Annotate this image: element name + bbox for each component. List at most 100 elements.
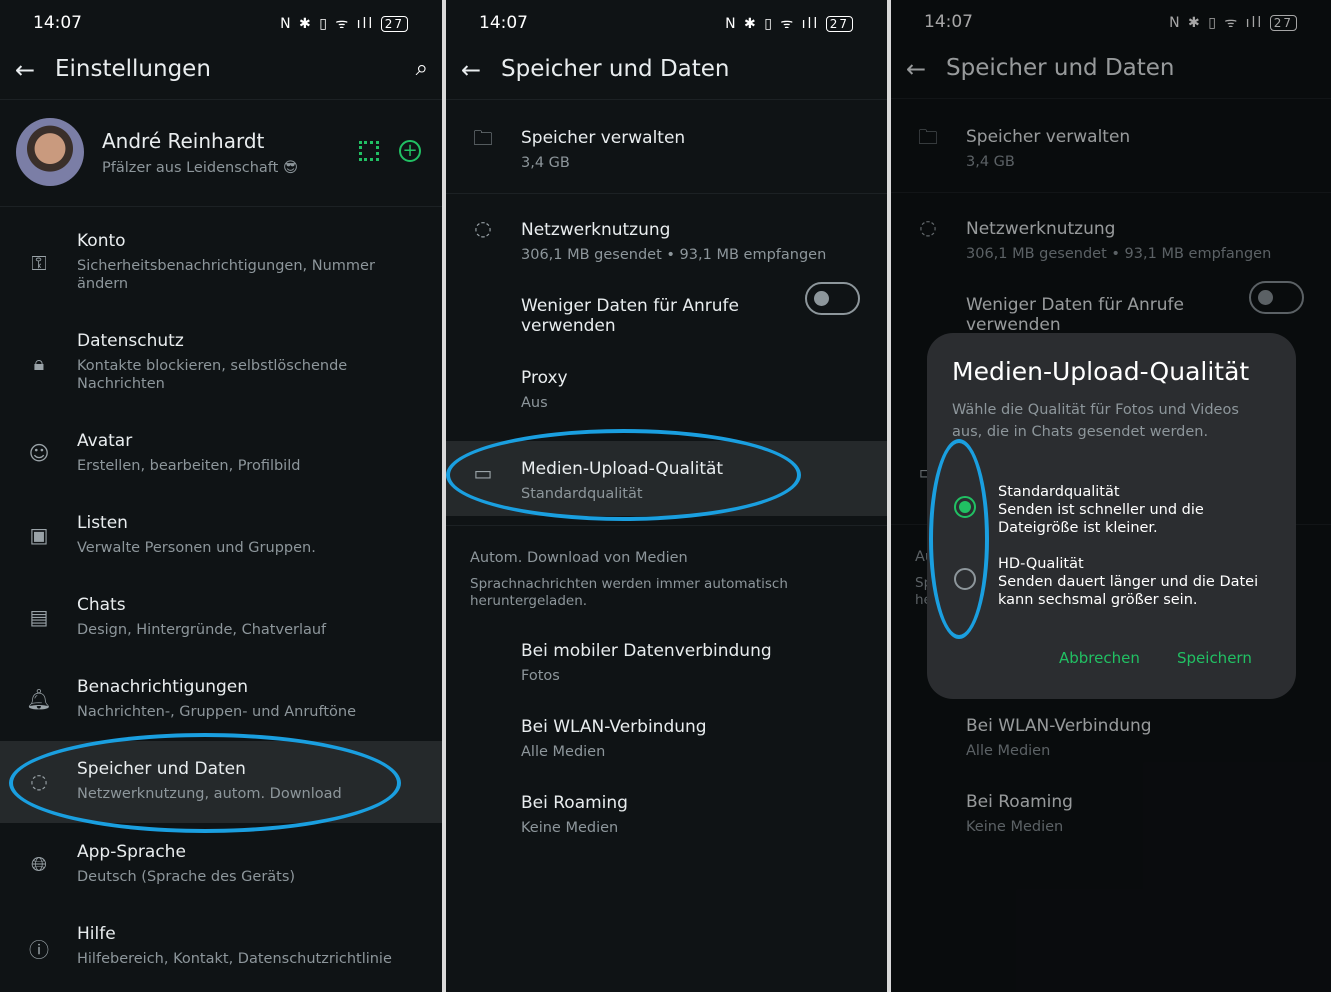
divider	[446, 193, 887, 194]
divider	[446, 525, 887, 526]
radio-hd[interactable]	[954, 568, 976, 590]
option-title[interactable]: Standardqualität	[998, 483, 1278, 501]
settings-item-app-sprache[interactable]: 🌐︎ App-Sprache Deutsch (Sprache des Geräts…	[0, 824, 442, 906]
status-icons: N ✱ ▯ ᯤ ıll 27	[725, 14, 853, 33]
divider	[0, 206, 442, 207]
item-title: Speicher verwalten	[521, 128, 686, 148]
page-title: Einstellungen	[55, 56, 211, 82]
settings-item-konto[interactable]: ⚿ Konto Sicherheitsbenachrichtigungen, Num…	[0, 213, 442, 295]
auto-download-item[interactable]: Bei WLAN-Verbindung Alle Medien	[446, 708, 887, 778]
item-subtitle: Netzwerknutzung, autom. Download	[77, 786, 342, 802]
key-icon: ⚿	[31, 251, 47, 275]
item-title: Hilfe	[77, 924, 116, 944]
item-title: Listen	[77, 513, 128, 533]
settings-item-benachrichtigungen[interactable]: 🔔︎ Benachrichtigungen Nachrichten-, Gruppe…	[0, 659, 442, 741]
back-arrow-icon[interactable]: ←	[461, 56, 481, 84]
status-icons-glyphs: N ✱ ▯ ᯤ ıll	[725, 16, 820, 32]
profile-status: Pfälzer aus Leidenschaft 😎	[102, 160, 299, 176]
add-icon[interactable]: +	[399, 140, 421, 162]
item-title: App-Sprache	[77, 842, 186, 862]
item-subtitle: Kontakte blockieren, selbstlöschende Nac…	[77, 358, 348, 392]
item-title: Konto	[77, 231, 126, 251]
storage-item[interactable]: 🗀 Speicher verwalten 3,4 GB	[446, 110, 887, 182]
item-title: Proxy	[521, 368, 568, 388]
help-icon: ⓘ	[29, 938, 49, 962]
item-title: Bei WLAN-Verbindung	[521, 717, 707, 737]
radio-standard[interactable]	[954, 496, 976, 518]
storage-item[interactable]: ◌ Netzwerknutzung 306,1 MB gesendet • 93,1…	[446, 202, 887, 274]
status-icons-glyphs: N ✱ ▯ ᯤ ıll	[280, 16, 375, 32]
qr-code-icon[interactable]	[359, 141, 379, 161]
item-title: Chats	[77, 595, 126, 615]
option-description: Senden dauert länger und die Datei kann …	[998, 574, 1259, 608]
lock-icon: 🔒︎	[33, 351, 45, 375]
storage-item[interactable]: ▭ Medien-Upload-Qualität Standardqualität	[446, 441, 887, 516]
section-title: Autom. Download von Medien	[470, 550, 688, 566]
avatar[interactable]	[16, 118, 84, 186]
item-subtitle: Aus	[521, 395, 548, 411]
item-title: Netzwerknutzung	[521, 220, 671, 240]
item-subtitle: Fotos	[521, 668, 560, 684]
search-icon[interactable]: ⌕	[416, 56, 428, 81]
globe-icon: 🌐︎	[31, 852, 47, 876]
status-icons: N ✱ ▯ ᯤ ıll 27	[280, 14, 408, 33]
item-subtitle: Keine Medien	[521, 820, 619, 836]
status-time: 14:07	[479, 13, 528, 33]
item-title: Weniger Daten für Anrufe verwenden	[521, 296, 739, 336]
settings-item-speicher-und-daten[interactable]: ◌ Speicher und Daten Netzwerknutzung, auto…	[0, 741, 442, 823]
item-subtitle: Hilfebereich, Kontakt, Datenschutzrichtl…	[77, 951, 392, 967]
battery-icon: 27	[380, 16, 408, 32]
status-time: 14:07	[33, 13, 82, 33]
lists-icon: ▣	[29, 523, 49, 547]
battery-icon: 27	[825, 16, 853, 32]
item-subtitle: Design, Hintergründe, Chatverlauf	[77, 622, 327, 638]
storage-item[interactable]: Proxy Aus	[446, 350, 887, 422]
item-title: Speicher und Daten	[77, 759, 246, 779]
bell-icon: 🔔︎	[26, 687, 52, 711]
item-title: Datenschutz	[77, 331, 184, 351]
save-button[interactable]: Speichern	[1177, 649, 1252, 667]
settings-item-datenschutz[interactable]: 🔒︎ Datenschutz Kontakte blockieren, selbst…	[0, 313, 442, 395]
item-subtitle: Alle Medien	[521, 744, 606, 760]
item-title: Medien-Upload-Qualität	[521, 459, 724, 479]
profile-name[interactable]: André Reinhardt	[102, 129, 264, 153]
media-quality-dialog: Medien-Upload-Qualität Wähle die Qualität…	[927, 333, 1296, 699]
item-subtitle: Deutsch (Sprache des Geräts)	[77, 869, 296, 885]
option-description: Senden ist schneller und die Dateigröße …	[998, 502, 1204, 536]
section-description: Sprachnachrichten werden immer automatis…	[470, 576, 788, 609]
settings-item-avatar[interactable]: ☺ Avatar Erstellen, bearbeiten, Profilbild	[0, 413, 442, 495]
option-title[interactable]: HD-Qualität	[998, 555, 1278, 573]
dialog-description: Wähle die Qualität für Fotos und Videos …	[952, 402, 1239, 440]
storage-icon: ◌	[30, 769, 48, 793]
folder-icon: 🗀	[473, 126, 493, 150]
app-bar: ← Speicher und Daten	[446, 50, 887, 100]
item-title: Avatar	[77, 431, 133, 451]
page-title: Speicher und Daten	[501, 56, 730, 82]
chat-icon: ▤	[29, 605, 49, 629]
cancel-button[interactable]: Abbrechen	[1059, 649, 1140, 667]
item-subtitle: Standardqualität	[521, 486, 643, 502]
storage-item[interactable]: Weniger Daten für Anrufe verwenden	[446, 278, 887, 350]
settings-screen: 14:07 N ✱ ▯ ᯤ ıll 27 ← Einstellungen ⌕ André …	[0, 0, 442, 992]
item-title: Benachrichtigungen	[77, 677, 249, 697]
settings-item-hilfe[interactable]: ⓘ Hilfe Hilfebereich, Kontakt, Datenschutz…	[0, 906, 442, 988]
storage-screen-with-dialog: 14:07 N ✱ ▯ ᯤ ıll 27 ← Speicher und Daten 🗀 S…	[891, 0, 1331, 992]
avatar-icon: ☺	[28, 441, 50, 465]
item-subtitle: 3,4 GB	[521, 155, 570, 171]
item-title: Bei mobiler Datenverbindung	[521, 641, 772, 661]
item-subtitle: Sicherheitsbenachrichtigungen, Nummer än…	[77, 258, 375, 292]
back-arrow-icon[interactable]: ←	[15, 56, 35, 84]
settings-item-listen[interactable]: ▣ Listen Verwalte Personen und Gruppen.	[0, 495, 442, 577]
auto-download-item[interactable]: Bei mobiler Datenverbindung Fotos	[446, 632, 887, 702]
radio-dot	[959, 501, 971, 513]
item-subtitle: 306,1 MB gesendet • 93,1 MB empfangen	[521, 247, 827, 263]
storage-screen: 14:07 N ✱ ▯ ᯤ ıll 27 ← Speicher und Daten 🗀 S…	[446, 0, 887, 992]
item-subtitle: Erstellen, bearbeiten, Profilbild	[77, 458, 301, 474]
toggle-knob	[814, 291, 829, 306]
auto-download-item[interactable]: Bei Roaming Keine Medien	[446, 784, 887, 854]
item-title: Bei Roaming	[521, 793, 628, 813]
settings-item-chats[interactable]: ▤ Chats Design, Hintergründe, Chatverlauf	[0, 577, 442, 659]
app-bar: ← Einstellungen ⌕	[0, 50, 442, 100]
data-saver-toggle[interactable]	[805, 282, 860, 315]
hd-icon: ▭	[473, 461, 493, 485]
